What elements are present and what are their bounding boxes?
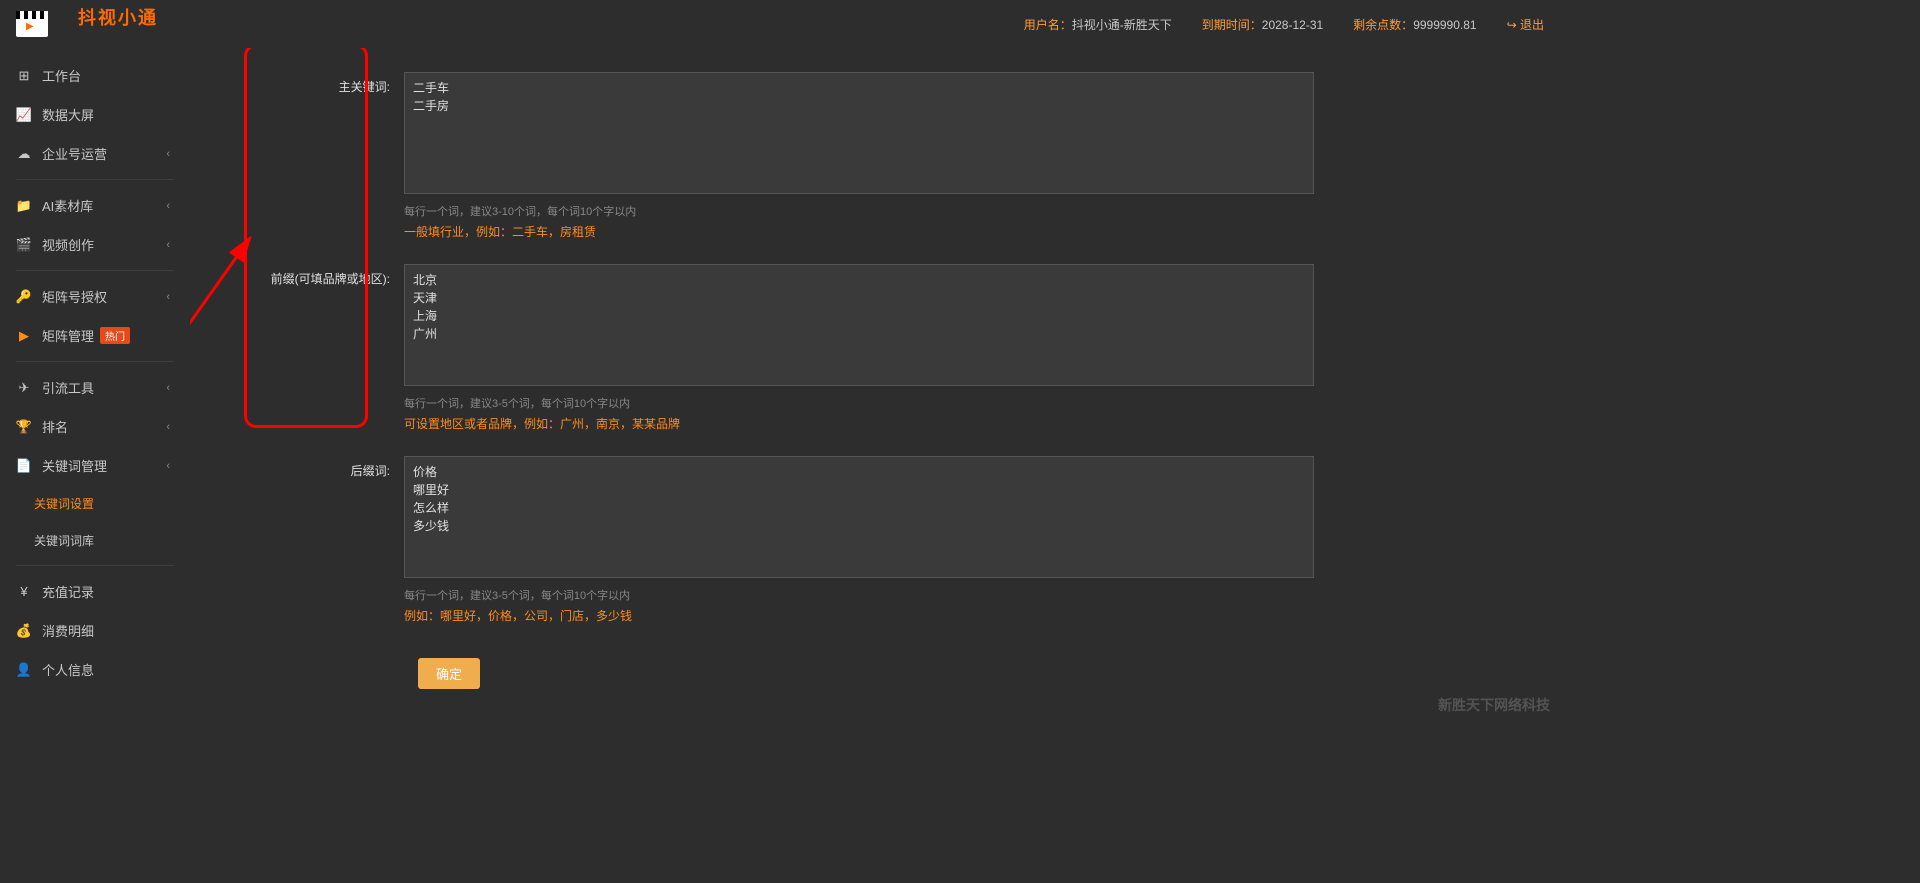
sidebar: ⊞ 工作台 📈 数据大屏 ☁ 企业号运营 ‹ 📁 AI素材库 ‹ 🎬 视频创作 … [0,48,190,717]
sidebar-sub-keyword-settings[interactable]: 关键词设置 [0,485,190,522]
divider [16,361,174,362]
manage-icon: ▶ [16,328,32,344]
main-keyword-label: 主关键词: [214,72,404,95]
ranking-icon: 🏆 [16,419,32,435]
logout-button[interactable]: ↪ 退出 [1507,16,1544,33]
yen-icon: ¥ [16,584,32,600]
main-keyword-input[interactable] [404,72,1314,194]
chevron-left-icon: ‹ [166,460,170,472]
main-keyword-hint: 每行一个词，建议3-10个词，每个词10个字以内 [404,203,1314,219]
chevron-left-icon: ‹ [166,382,170,394]
divider [16,565,174,566]
windows-icon: ⊞ [16,68,32,84]
sidebar-item-ranking[interactable]: 🏆 排名 ‹ [0,407,190,446]
sidebar-item-matrix-manage[interactable]: ▶ 矩阵管理 热门 [0,316,190,355]
header: 抖视小通 一站式短视频运营助手 用户名：抖视小通-新胜天下 到期时间：2028-… [0,0,1560,48]
suffix-input[interactable] [404,456,1314,578]
sidebar-item-keyword-manage[interactable]: 📄 关键词管理 ‹ [0,446,190,485]
prefix-label: 前缀(可填品牌或地区): [214,264,404,287]
sidebar-item-recharge[interactable]: ¥ 充值记录 [0,572,190,611]
sidebar-item-matrix-auth[interactable]: 🔑 矩阵号授权 ‹ [0,277,190,316]
sidebar-item-video-create[interactable]: 🎬 视频创作 ‹ [0,225,190,264]
main-content: 主关键词: 每行一个词，建议3-10个词，每个词10个字以内 一般填行业，例如：… [190,48,1560,717]
submit-button[interactable]: 确定 [418,658,480,689]
user-icon: 👤 [16,662,32,678]
sidebar-sub-keyword-library[interactable]: 关键词词库 [0,522,190,559]
sidebar-item-workspace[interactable]: ⊞ 工作台 [0,56,190,95]
header-right: 用户名：抖视小通-新胜天下 到期时间：2028-12-31 剩余点数：99999… [1024,16,1544,33]
chart-icon: 📈 [16,107,32,123]
divider [16,270,174,271]
document-icon: 📄 [16,458,32,474]
sidebar-item-dashboard[interactable]: 📈 数据大屏 [0,95,190,134]
sidebar-item-enterprise[interactable]: ☁ 企业号运营 ‹ [0,134,190,173]
brand-name: 抖视小通 [54,0,198,51]
chevron-left-icon: ‹ [166,200,170,212]
money-icon: 💰 [16,623,32,639]
divider [16,179,174,180]
logo-icon [16,11,48,37]
chevron-left-icon: ‹ [166,239,170,251]
folder-icon: 📁 [16,198,32,214]
sidebar-item-profile[interactable]: 👤 个人信息 [0,650,190,689]
send-icon: ✈ [16,380,32,396]
sidebar-item-consume[interactable]: 💰 消费明细 [0,611,190,650]
prefix-hint2: 可设置地区或者品牌，例如：广州，南京，某某品牌 [404,415,1314,432]
suffix-hint: 每行一个词，建议3-5个词，每个词10个字以内 [404,587,1314,603]
sidebar-item-ai-material[interactable]: 📁 AI素材库 ‹ [0,186,190,225]
cloud-icon: ☁ [16,146,32,162]
prefix-hint: 每行一个词，建议3-5个词，每个词10个字以内 [404,395,1314,411]
hot-badge: 热门 [100,327,130,344]
chevron-left-icon: ‹ [166,421,170,433]
chevron-left-icon: ‹ [166,291,170,303]
auth-icon: 🔑 [16,289,32,305]
suffix-hint2: 例如：哪里好，价格，公司，门店，多少钱 [404,607,1314,624]
chevron-left-icon: ‹ [166,148,170,160]
video-icon: 🎬 [16,237,32,253]
sidebar-item-traffic[interactable]: ✈ 引流工具 ‹ [0,368,190,407]
expire-info: 到期时间：2028-12-31 [1202,16,1323,33]
points-info: 剩余点数：9999990.81 [1353,16,1476,33]
main-keyword-hint2: 一般填行业，例如：二手车，房租赁 [404,223,1314,240]
user-info: 用户名：抖视小通-新胜天下 [1024,16,1172,33]
prefix-input[interactable] [404,264,1314,386]
suffix-label: 后缀词: [214,456,404,479]
